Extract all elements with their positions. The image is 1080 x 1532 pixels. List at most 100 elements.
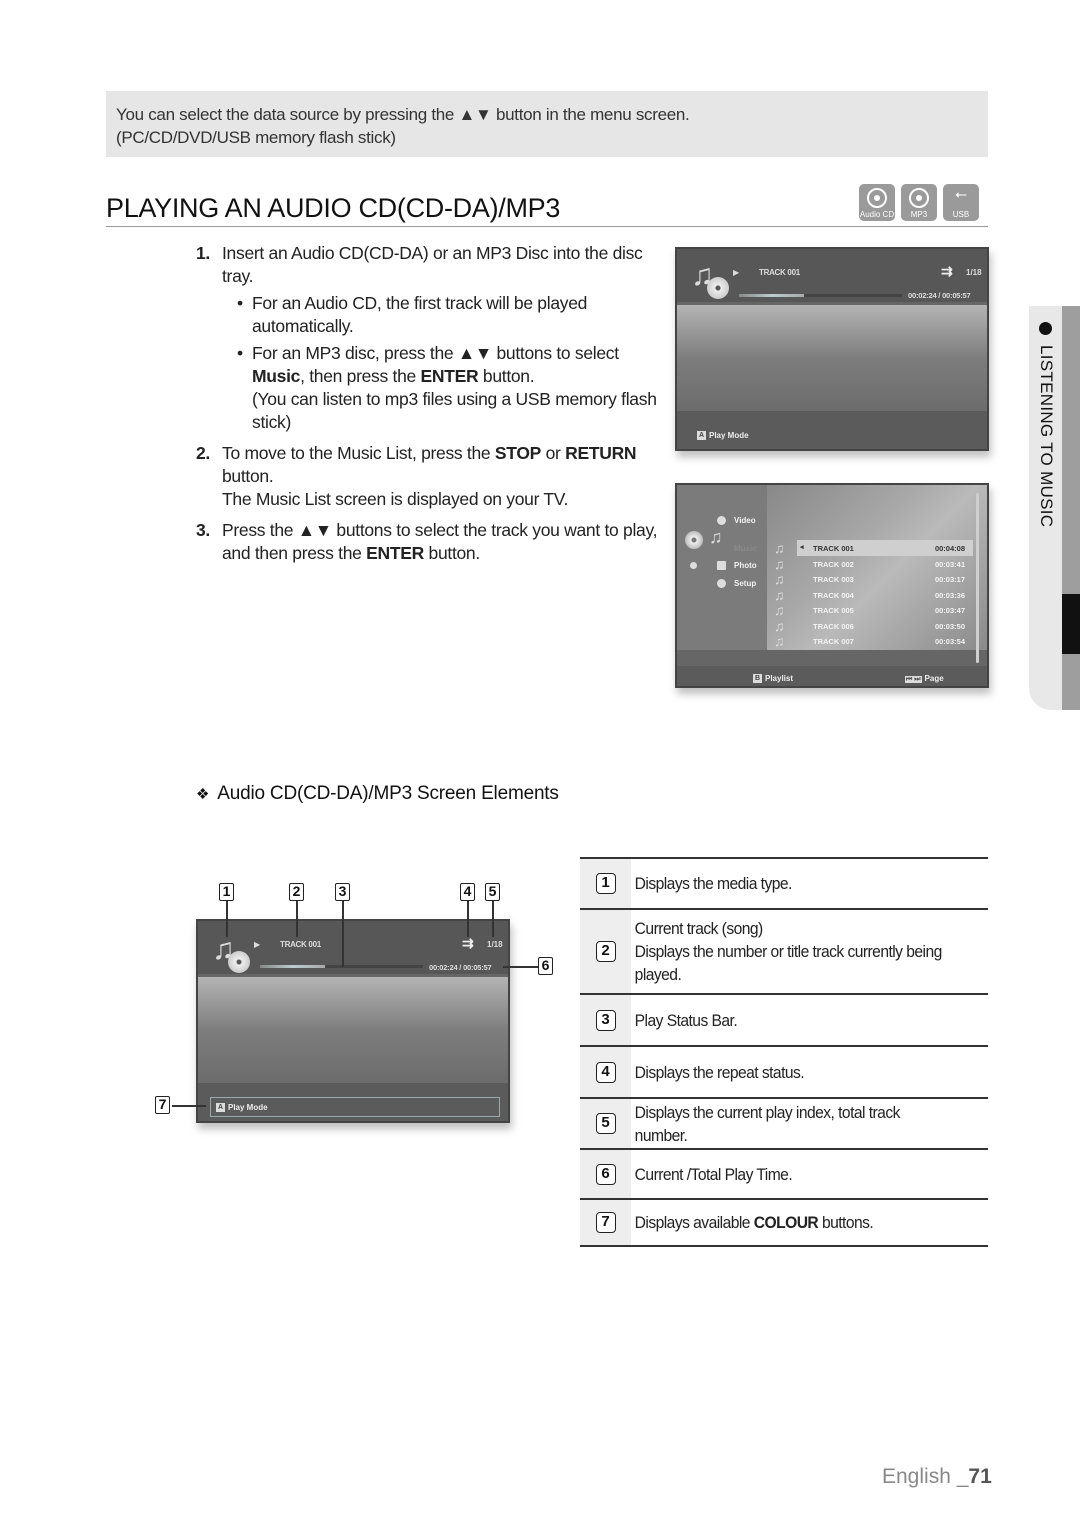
step-1-bullet-1: • For an Audio CD, the first track will … <box>237 293 588 336</box>
note-line-2: (PC/CD/DVD/USB memory flash stick) <box>116 128 396 147</box>
track-row[interactable]: TRACK 007 00:03:54 <box>797 633 973 649</box>
setup-icon <box>717 579 726 588</box>
track-duration: 00:03:54 <box>934 637 965 646</box>
track-name: TRACK 002 <box>813 559 854 569</box>
track-duration: 00:04:08 <box>934 544 965 553</box>
track-duration: 00:03:41 <box>934 559 965 569</box>
key-a-icon: A <box>216 1103 225 1113</box>
note-line-1: You can select the data source by pressi… <box>116 105 690 124</box>
key-b-icon: B <box>753 674 762 684</box>
page-number: 71 <box>968 1465 992 1488</box>
screen-elements-table: 1 Displays the media type. 2 Current tra… <box>580 857 988 1247</box>
scrollbar <box>976 493 979 663</box>
play-mode-hint: A Play Mode <box>697 431 749 441</box>
track-music-icon: ♫ <box>774 617 785 634</box>
repeat-icon: ⇉ <box>941 263 953 279</box>
bullet-dot-icon <box>1039 322 1052 335</box>
track-music-icon: ♫ <box>774 555 785 572</box>
track-title: TRACK 001 <box>280 940 321 949</box>
track-duration: 00:03:50 <box>934 621 965 631</box>
chapter-label: LISTENING TO MUSIC <box>1037 345 1056 528</box>
element-row-1: 1 Displays the media type. <box>580 857 988 908</box>
info-note-box: You can select the data source by pressi… <box>106 91 988 157</box>
callout-4: 4 <box>460 883 475 901</box>
step-1: 1. Insert an Audio CD(CD-DA) or an MP3 D… <box>196 242 661 434</box>
element-row-2: 2 Current track (song) Displays the numbe… <box>580 908 988 993</box>
callout-2: 2 <box>289 883 304 901</box>
screen-elements-heading: ❖ Audio CD(CD-DA)/MP3 Screen Elements <box>196 783 559 804</box>
track-index: 1/18 <box>487 940 503 949</box>
track-name: TRACK 007 <box>813 637 854 646</box>
element-row-6: 6 Current /Total Play Time. <box>580 1148 988 1198</box>
annotated-player-diagram: ♫ ▶ TRACK 001 ⇉ 1/18 00:02:24 / 00:05:57… <box>196 919 510 1123</box>
track-title: TRACK 001 <box>759 268 800 277</box>
play-mode-hint: A Play Mode <box>216 1103 268 1113</box>
step-3: 3. Press the ▲▼ buttons to select the tr… <box>196 520 658 563</box>
callout-7: 7 <box>155 1096 170 1114</box>
music-note-icon: ♫ <box>709 527 723 547</box>
diamond-bullet-icon: ❖ <box>196 786 210 803</box>
callout-6: 6 <box>538 957 553 975</box>
track-row[interactable]: TRACK 003 00:03:17 <box>797 571 973 587</box>
track-row[interactable]: TRACK 006 00:03:50 <box>797 618 973 634</box>
play-icon: ▶ <box>254 940 261 949</box>
track-name: TRACK 001 <box>813 544 854 553</box>
mp3-icon: MP3 <box>901 184 937 221</box>
page-hint: ⏮ ⏭ Page <box>905 674 944 683</box>
music-list-screen-illustration: Video ♫ Music Photo Setup ♫ ◂ TRACK 001 00:… <box>675 483 989 688</box>
track-music-icon: ♫ <box>774 633 785 649</box>
section-title: PLAYING AN AUDIO CD(CD-DA)/MP3 <box>106 193 561 223</box>
selection-arrow-icon: ◂ <box>800 544 804 551</box>
track-row[interactable]: TRACK 002 00:03:41 <box>797 556 973 572</box>
track-name: TRACK 005 <box>813 606 854 615</box>
callout-1: 1 <box>219 883 234 901</box>
instruction-steps: 1. Insert an Audio CD(CD-DA) or an MP3 D… <box>196 242 661 573</box>
track-music-icon: ♫ <box>774 586 785 603</box>
menu-photo: Photo <box>734 561 757 570</box>
page-footer: English _71 <box>882 1465 992 1488</box>
track-row[interactable]: TRACK 004 00:03:36 <box>797 587 973 603</box>
play-time: 00:02:24 / 00:05:57 <box>429 963 492 972</box>
chapter-marker <box>1062 594 1080 654</box>
track-row[interactable]: ◂ TRACK 001 00:04:08 <box>797 540 973 556</box>
step-2: 2. To move to the Music List, press the … <box>196 443 637 509</box>
track-duration: 00:03:17 <box>934 575 965 584</box>
callout-5: 5 <box>485 883 500 901</box>
key-a-icon: A <box>697 431 706 441</box>
photo-icon <box>717 561 726 570</box>
repeat-icon: ⇉ <box>462 935 474 951</box>
track-index: 1/18 <box>966 268 982 277</box>
callout-3: 3 <box>335 883 350 901</box>
step-1-bullet-2: • For an MP3 disc, press the ▲▼ buttons … <box>237 343 657 432</box>
title-divider <box>106 226 988 227</box>
network-icon <box>690 562 697 569</box>
track-name: TRACK 004 <box>813 590 854 600</box>
usb-icon: ⭠ USB <box>943 184 979 221</box>
track-music-icon: ♫ <box>774 571 785 587</box>
disc-icon <box>685 531 703 549</box>
element-row-3: 3 Play Status Bar. <box>580 993 988 1045</box>
play-time: 00:02:24 / 00:05:57 <box>908 291 971 300</box>
track-duration: 00:03:47 <box>934 606 965 615</box>
element-row-4: 4 Displays the repeat status. <box>580 1045 988 1097</box>
element-row-7: 7 Displays available COLOUR buttons. <box>580 1198 988 1247</box>
menu-setup: Setup <box>734 579 757 588</box>
track-duration: 00:03:36 <box>934 590 965 600</box>
player-screen-illustration: ♫ ▶ TRACK 001 ⇉ 1/18 00:02:24 / 00:05:57… <box>675 247 989 451</box>
menu-video: Video <box>734 516 756 525</box>
media-type-icons: Audio CD MP3 ⭠ USB <box>859 184 979 221</box>
skip-keys-icon: ⏮ ⏭ <box>905 676 922 683</box>
play-progress-bar <box>739 294 902 297</box>
playlist-hint: B Playlist <box>753 674 794 684</box>
audio-cd-icon: Audio CD <box>859 184 895 221</box>
menu-music: Music <box>734 544 757 553</box>
track-name: TRACK 003 <box>813 575 854 584</box>
video-icon <box>717 516 726 525</box>
play-icon: ▶ <box>733 268 740 277</box>
music-cd-icon: ♫ <box>691 261 731 301</box>
track-name: TRACK 006 <box>813 621 854 631</box>
element-row-5: 5 Displays the current play index, total… <box>580 1097 988 1148</box>
music-cd-icon: ♫ <box>212 935 252 975</box>
track-row[interactable]: TRACK 005 00:03:47 <box>797 602 973 618</box>
track-music-icon: ♫ <box>774 540 785 556</box>
